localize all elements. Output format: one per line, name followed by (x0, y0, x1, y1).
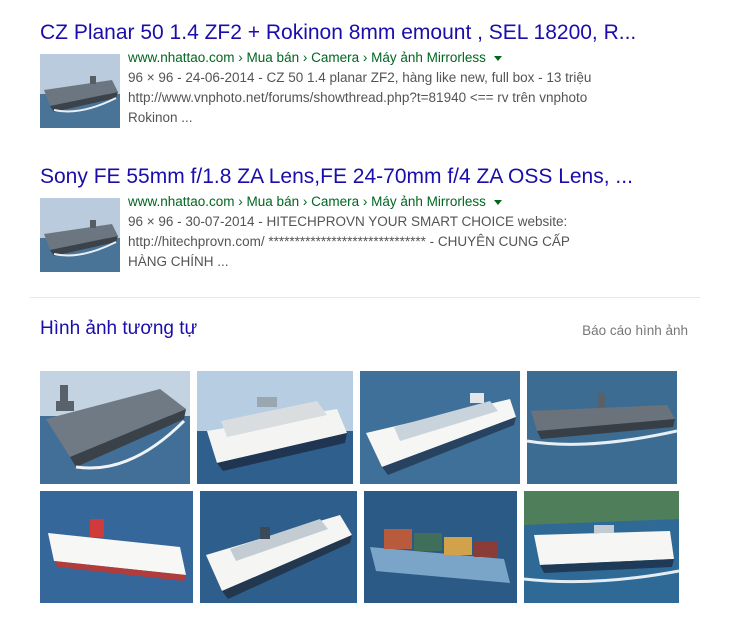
similar-image[interactable] (200, 491, 357, 603)
similar-images-title[interactable]: Hình ảnh tương tự (40, 318, 197, 340)
dropdown-arrow-icon[interactable] (493, 55, 502, 61)
similar-image[interactable] (527, 371, 677, 484)
dropdown-arrow-icon[interactable] (493, 199, 502, 205)
similar-image[interactable] (364, 491, 517, 603)
result-url[interactable]: www.nhattao.com › Mua bán › Camera › Máy… (128, 192, 486, 212)
result-body: www.nhattao.com › Mua bán › Camera › Máy… (40, 192, 700, 292)
result-snippet-line: HÀNG CHÍNH ... (128, 254, 229, 269)
result-meta: 96 × 96 - 30-07-2014 - HITECHPROVN YOUR … (128, 214, 568, 229)
search-result: CZ Planar 50 1.4 ZF2 + Rokinon 8mm emoun… (40, 20, 700, 148)
result-snippet-line: http://hitechprovn.com/ ****************… (128, 234, 570, 249)
result-body: www.nhattao.com › Mua bán › Camera › Máy… (40, 48, 700, 148)
aircraft-carrier-image (40, 198, 120, 272)
cruise-ship-image (197, 371, 353, 484)
cruise-ship-image (200, 491, 357, 603)
section-divider (30, 297, 700, 298)
cruise-ship-image (524, 491, 679, 603)
result-snippet: www.nhattao.com › Mua bán › Camera › Máy… (128, 192, 700, 272)
similar-image[interactable] (197, 371, 353, 484)
result-snippet-line: Rokinon ... (128, 110, 193, 125)
similar-image[interactable] (40, 371, 190, 484)
result-thumbnail[interactable] (40, 198, 120, 272)
result-title-link[interactable]: CZ Planar 50 1.4 ZF2 + Rokinon 8mm emoun… (40, 20, 700, 46)
report-images-link[interactable]: Báo cáo hình ảnh (582, 323, 688, 338)
aircraft-carrier-image (40, 54, 120, 128)
result-url[interactable]: www.nhattao.com › Mua bán › Camera › Máy… (128, 48, 486, 68)
result-meta: 96 × 96 - 24-06-2014 - CZ 50 1.4 planar … (128, 70, 592, 85)
cruise-ship-image (360, 371, 520, 484)
result-thumbnail[interactable] (40, 54, 120, 128)
container-ship-image (364, 491, 517, 603)
search-result: Sony FE 55mm f/1.8 ZA Lens,FE 24-70mm f/… (40, 164, 700, 292)
aircraft-carrier-image (527, 371, 677, 484)
aircraft-carrier-image (40, 371, 190, 484)
similar-image[interactable] (40, 491, 193, 603)
similar-image[interactable] (524, 491, 679, 603)
similar-image[interactable] (360, 371, 520, 484)
result-snippet: www.nhattao.com › Mua bán › Camera › Máy… (128, 48, 700, 128)
result-snippet-line: http://www.vnphoto.net/forums/showthread… (128, 90, 588, 105)
cruise-ship-image (40, 491, 193, 603)
result-title-link[interactable]: Sony FE 55mm f/1.8 ZA Lens,FE 24-70mm f/… (40, 164, 700, 190)
